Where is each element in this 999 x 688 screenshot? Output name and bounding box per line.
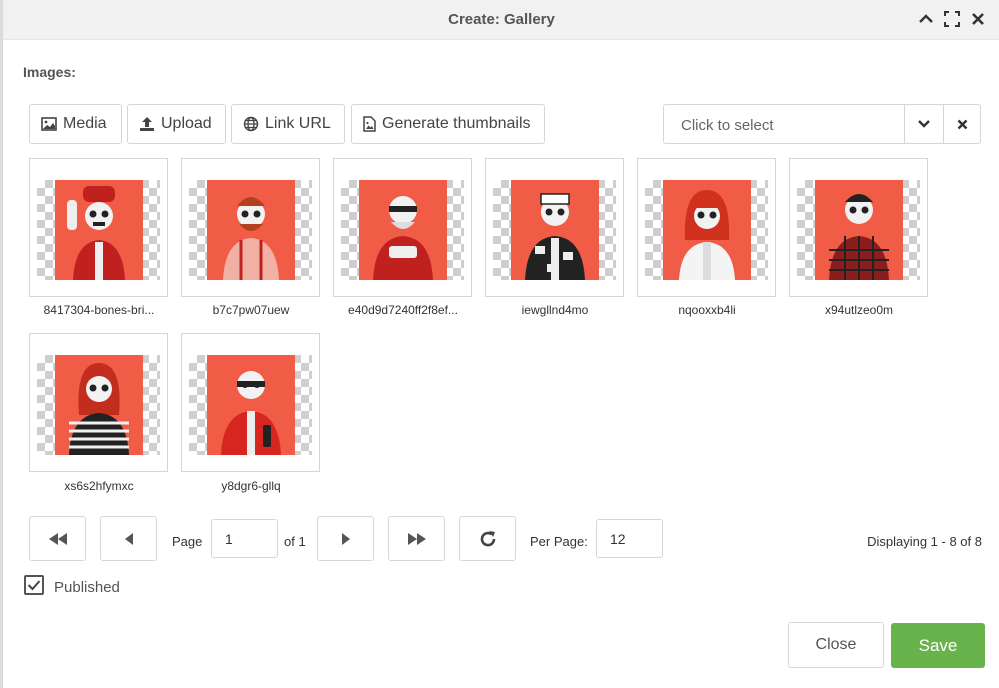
refresh-button[interactable] (459, 516, 516, 561)
transparency-checkerboard (341, 180, 464, 280)
thumbnail-caption: y8dgr6-gllq (221, 479, 281, 493)
generate-thumbnails-button[interactable]: Generate thumbnails (351, 104, 545, 144)
gallery-thumbnail[interactable] (181, 158, 320, 297)
per-page-input[interactable] (596, 519, 663, 558)
upload-button-label: Upload (161, 115, 212, 132)
gallery-thumbnail[interactable] (485, 158, 624, 297)
gallery-thumbnail[interactable] (181, 333, 320, 472)
thumbnail-caption: nqooxxb4li (678, 303, 736, 317)
transparency-checkerboard (189, 355, 312, 455)
thumbnail-caption: x94utlzeo0m (824, 303, 894, 317)
gallery-thumbnail[interactable] (637, 158, 776, 297)
gallery-thumbnail[interactable] (29, 333, 168, 472)
page-label: Page (172, 534, 203, 549)
image-file-icon (363, 116, 376, 132)
transparency-checkerboard (797, 180, 920, 280)
skeleton-artwork (207, 355, 295, 455)
images-label: Images: (23, 64, 76, 80)
transparency-checkerboard (189, 180, 312, 280)
link-url-button-label: Link URL (265, 115, 331, 132)
maximize-icon[interactable] (941, 8, 963, 30)
close-button[interactable]: Close (788, 622, 884, 668)
transparency-checkerboard (493, 180, 616, 280)
double-left-arrow-icon (48, 532, 67, 545)
media-button-label: Media (63, 115, 107, 132)
upload-button[interactable]: Upload (127, 104, 226, 144)
skeleton-artwork (663, 180, 751, 280)
published-label: Published (54, 579, 120, 596)
transparency-checkerboard (645, 180, 768, 280)
last-page-button[interactable] (388, 516, 445, 561)
thumbnail-caption: xs6s2hfymxc (64, 479, 134, 493)
previous-page-button[interactable] (100, 516, 157, 561)
next-page-button[interactable] (317, 516, 374, 561)
clear-selection-icon[interactable] (943, 105, 981, 143)
displaying-count: Displaying 1 - 8 of 8 (867, 534, 982, 549)
media-button[interactable]: Media (29, 104, 122, 144)
globe-icon (243, 116, 259, 132)
create-gallery-dialog: Create: Gallery Images: Media Upload Lin… (2, 0, 999, 688)
page-number-input[interactable] (211, 519, 278, 558)
transparency-checkerboard (37, 355, 160, 455)
skeleton-artwork (55, 355, 143, 455)
skeleton-artwork (359, 180, 447, 280)
media-select[interactable]: Click to select (663, 104, 981, 144)
per-page-label: Per Page: (530, 534, 588, 549)
dialog-titlebar: Create: Gallery (3, 0, 999, 40)
image-icon (41, 117, 57, 131)
page-count-label: of 1 (284, 534, 306, 549)
chevron-down-icon[interactable] (905, 105, 943, 143)
published-checkbox[interactable] (24, 575, 44, 595)
generate-thumbnails-button-label: Generate thumbnails (382, 115, 531, 132)
thumbnail-caption: e40d9d7240ff2f8ef... (348, 303, 458, 317)
refresh-icon (480, 530, 495, 546)
close-icon[interactable] (967, 8, 989, 30)
thumbnail-caption: iewgllnd4mo (521, 303, 589, 317)
left-arrow-icon (124, 532, 133, 545)
link-url-button[interactable]: Link URL (231, 104, 345, 144)
checkmark-icon (27, 580, 41, 591)
double-right-arrow-icon (407, 532, 426, 545)
collapse-icon[interactable] (915, 8, 937, 30)
upload-icon (140, 117, 154, 131)
gallery-thumbnail[interactable] (333, 158, 472, 297)
save-button[interactable]: Save (891, 623, 985, 668)
first-page-button[interactable] (29, 516, 86, 561)
right-arrow-icon (341, 532, 350, 545)
dialog-title: Create: Gallery (448, 11, 555, 28)
gallery-thumbnail[interactable] (29, 158, 168, 297)
skeleton-artwork (207, 180, 295, 280)
thumbnail-caption: 8417304-bones-bri... (43, 303, 155, 317)
gallery-thumbnail[interactable] (789, 158, 928, 297)
transparency-checkerboard (37, 180, 160, 280)
skeleton-artwork (511, 180, 599, 280)
skeleton-artwork (815, 180, 903, 280)
media-select-placeholder: Click to select (681, 117, 774, 134)
thumbnail-caption: b7c7pw07uew (212, 303, 290, 317)
skeleton-artwork (55, 180, 143, 280)
